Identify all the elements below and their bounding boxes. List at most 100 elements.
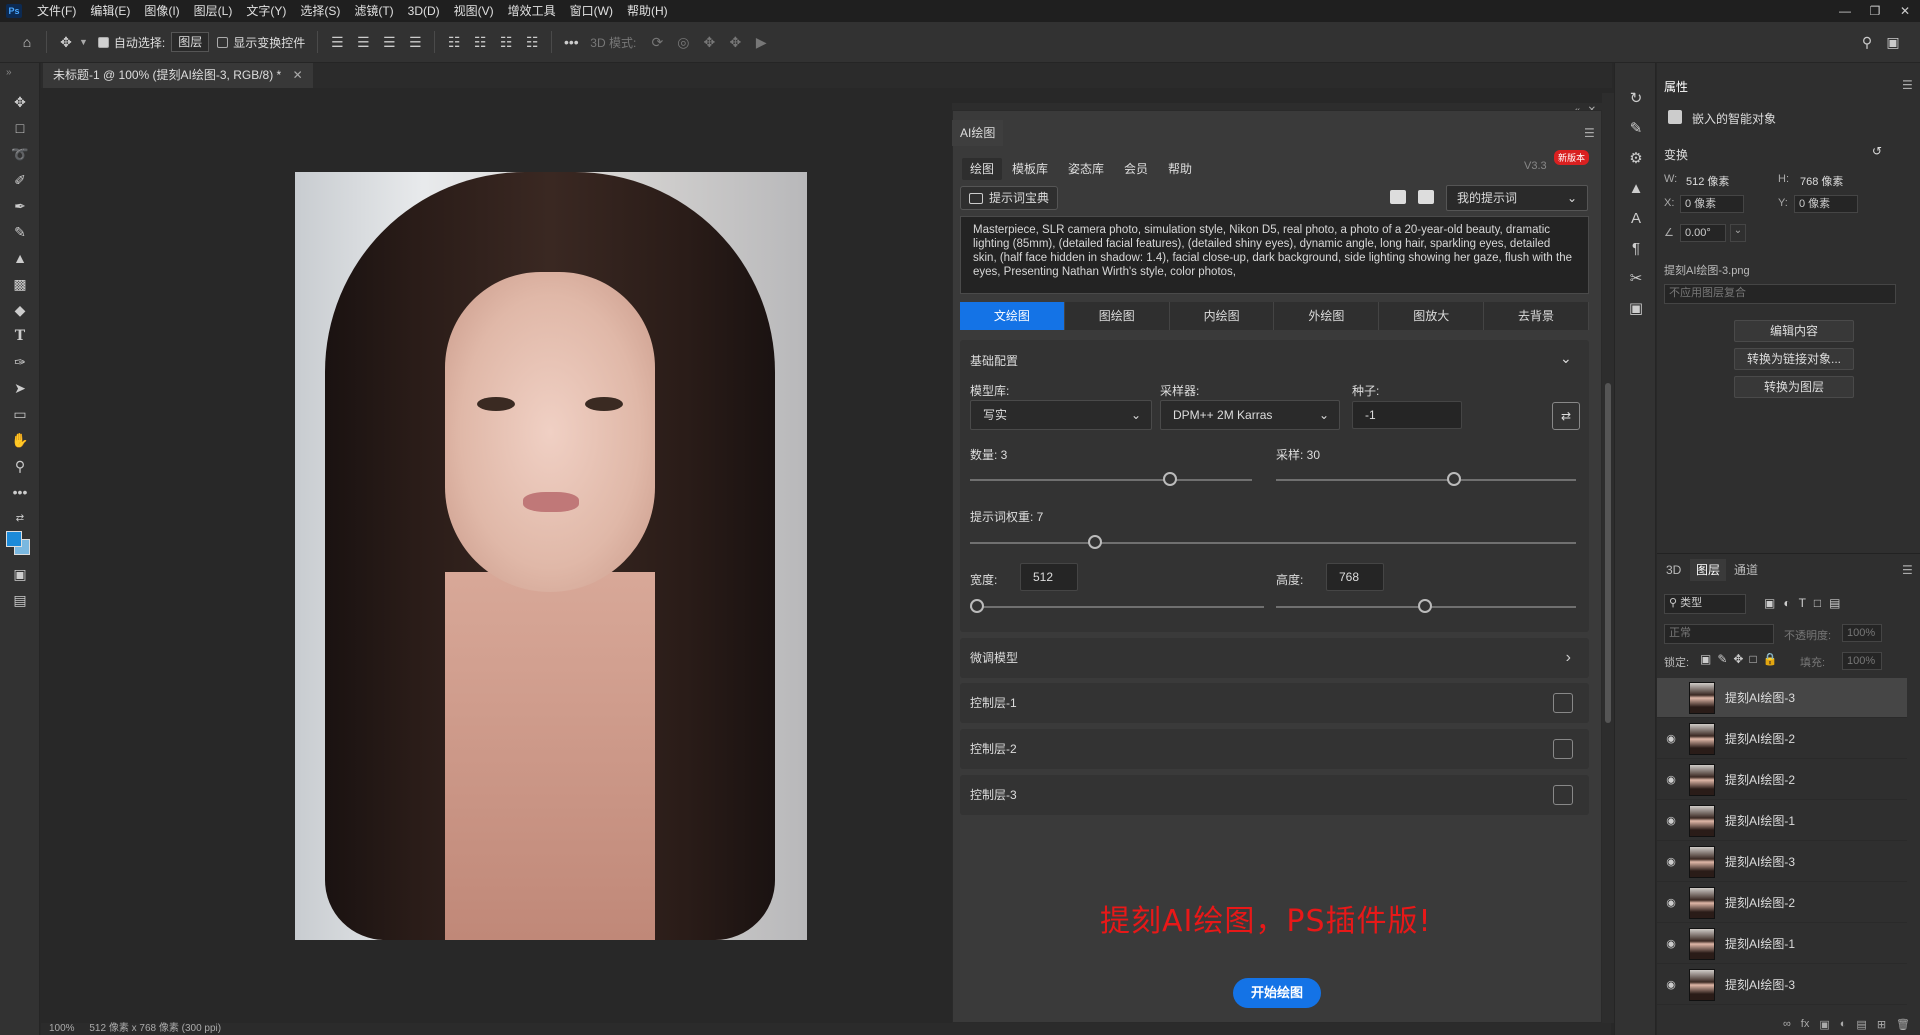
layer-row[interactable]: ◉ 提刻AI绘图-3 xyxy=(1657,965,1907,1005)
width-input[interactable]: 512 xyxy=(1020,563,1078,591)
type-tool-icon[interactable]: T xyxy=(0,323,40,349)
tab-outpaint[interactable]: 外绘图 xyxy=(1274,302,1380,330)
color-swatches[interactable] xyxy=(0,531,39,561)
screen-mode-icon[interactable]: ▤ xyxy=(0,587,40,613)
close-tab-icon[interactable]: ✕ xyxy=(293,68,303,82)
menu-window[interactable]: 窗口(W) xyxy=(563,0,620,22)
chevron-down-icon[interactable]: ⌄ xyxy=(1560,350,1572,367)
count-slider-track[interactable] xyxy=(970,479,1252,481)
gradient-icon[interactable]: ◆ xyxy=(0,297,40,323)
slide-3d-icon[interactable]: ✥ xyxy=(722,29,748,55)
menu-image[interactable]: 图像(I) xyxy=(137,0,186,22)
filter-icons[interactable]: ▣◐T□▤ xyxy=(1764,596,1849,610)
fill-input[interactable]: 100% xyxy=(1842,652,1882,670)
document-tab[interactable]: 未标题-1 @ 100% (提刻AI绘图-3, RGB/8) * ✕ xyxy=(43,63,313,88)
menu-filter[interactable]: 滤镜(T) xyxy=(347,0,400,22)
distribute-vertical-icon[interactable]: ☷ xyxy=(519,29,545,55)
chevron-down-icon[interactable]: ▼ xyxy=(79,37,88,47)
zoom-tool-icon[interactable]: ⚲ xyxy=(0,453,40,479)
align-bottom-icon[interactable]: ☷ xyxy=(493,29,519,55)
zoom-level[interactable]: 100% xyxy=(49,1023,75,1034)
scroll-thumb[interactable] xyxy=(1605,383,1611,723)
document-canvas[interactable] xyxy=(295,172,807,940)
align-middle-icon[interactable]: ☷ xyxy=(467,29,493,55)
adjustments-icon[interactable]: ⚙ xyxy=(1615,143,1657,173)
opacity-input[interactable]: 100% xyxy=(1842,624,1882,642)
history-icon[interactable]: ↻ xyxy=(1615,83,1657,113)
more-icon[interactable]: ••• xyxy=(558,29,584,55)
clone-source-icon[interactable]: ▲ xyxy=(1615,173,1657,203)
tab-upscale[interactable]: 图放大 xyxy=(1379,302,1485,330)
eye-icon[interactable]: ◉ xyxy=(1663,773,1679,786)
base-config-title[interactable]: 基础配置 xyxy=(970,352,1018,369)
convert-linked-button[interactable]: 转换为链接对象... xyxy=(1734,348,1854,370)
eye-icon[interactable]: ◉ xyxy=(1663,732,1679,745)
h-value[interactable]: 768 像素 xyxy=(1800,173,1843,189)
new-layer-icon[interactable]: ⊞ xyxy=(1877,1018,1886,1031)
camera-3d-icon[interactable]: ▶ xyxy=(748,29,774,55)
foreground-color[interactable] xyxy=(6,531,22,547)
align-left-icon[interactable]: ☰ xyxy=(324,29,350,55)
layer-row[interactable]: ◉ 提刻AI绘图-1 xyxy=(1657,801,1907,841)
restore-icon[interactable]: ❐ xyxy=(1860,0,1890,22)
control-layer-2[interactable]: 控制层-2 xyxy=(960,729,1589,769)
menu-layer[interactable]: 图层(L) xyxy=(187,0,240,22)
height-slider-knob[interactable] xyxy=(1418,599,1432,613)
link-layers-icon[interactable]: ∞ xyxy=(1783,1018,1791,1030)
tab-image-to-image[interactable]: 图绘图 xyxy=(1065,302,1170,330)
move-tool-icon[interactable]: ✥ xyxy=(53,29,79,55)
nav-templates[interactable]: 模板库 xyxy=(1004,158,1056,180)
rectangle-tool-icon[interactable]: ▭ xyxy=(0,401,40,427)
menu-file[interactable]: 文件(F) xyxy=(30,0,83,22)
eye-icon[interactable]: ◉ xyxy=(1663,896,1679,909)
save-icon[interactable] xyxy=(1390,190,1406,204)
print-icon[interactable] xyxy=(1418,190,1434,204)
distribute-icon[interactable]: ☰ xyxy=(402,29,428,55)
my-prompts-select[interactable]: 我的提示词 ⌄ xyxy=(1446,185,1588,211)
steps-slider-knob[interactable] xyxy=(1446,472,1461,486)
finetune-model-section[interactable]: 微调模型 › xyxy=(960,638,1589,678)
tab-remove-bg[interactable]: 去背景 xyxy=(1484,302,1589,330)
blend-mode-select[interactable]: 正常 xyxy=(1664,624,1774,644)
eraser-icon[interactable]: ▩ xyxy=(0,271,40,297)
minimize-icon[interactable]: — xyxy=(1830,0,1860,22)
y-input[interactable]: 0 像素 xyxy=(1794,195,1858,213)
chevron-down-icon[interactable]: ⌄ xyxy=(1730,224,1746,242)
tab-channels[interactable]: 通道 xyxy=(1728,559,1764,581)
paragraph-icon[interactable]: ¶ xyxy=(1615,233,1657,263)
stamp-icon[interactable]: ▲ xyxy=(0,245,40,271)
character-icon[interactable]: A xyxy=(1615,203,1657,233)
align-center-icon[interactable]: ☰ xyxy=(350,29,376,55)
angle-input[interactable]: 0.00° xyxy=(1680,224,1726,242)
tools-icon[interactable]: ✂ xyxy=(1615,263,1657,293)
move-tool-icon[interactable]: ✥ xyxy=(0,89,40,115)
layer-comp-select[interactable]: 不应用图层复合 xyxy=(1664,284,1896,304)
control-layer-3[interactable]: 控制层-3 xyxy=(960,775,1589,815)
eye-icon[interactable]: ◉ xyxy=(1663,814,1679,827)
control-layer-1[interactable]: 控制层-1 xyxy=(960,683,1589,723)
pan-3d-icon[interactable]: ✥ xyxy=(696,29,722,55)
nav-poses[interactable]: 姿态库 xyxy=(1060,158,1112,180)
search-icon[interactable]: ⚲ xyxy=(1854,29,1880,55)
w-value[interactable]: 512 像素 xyxy=(1686,173,1729,189)
control-layer-checkbox[interactable] xyxy=(1553,739,1573,759)
swap-colors-icon[interactable]: ⇄ xyxy=(0,505,40,531)
reset-transform-icon[interactable]: ↺ xyxy=(1872,144,1882,158)
eye-icon[interactable]: ◉ xyxy=(1663,937,1679,950)
close-icon[interactable]: ✕ xyxy=(1890,0,1920,22)
menu-type[interactable]: 文字(Y) xyxy=(239,0,293,22)
brush-settings-icon[interactable]: ✎ xyxy=(1615,113,1657,143)
ai-panel-tab[interactable]: AI绘图 xyxy=(952,120,1004,146)
brush-icon[interactable]: ✎ xyxy=(0,219,40,245)
prompt-dictionary-button[interactable]: 提示词宝典 xyxy=(960,186,1059,210)
layer-row[interactable]: ◉ 提刻AI绘图-2 xyxy=(1657,760,1907,800)
roll-3d-icon[interactable]: ◎ xyxy=(670,29,696,55)
quick-select-icon[interactable]: ✐ xyxy=(0,167,40,193)
lasso-tool-icon[interactable]: ➰ xyxy=(0,141,40,167)
height-input[interactable]: 768 xyxy=(1326,563,1384,591)
pen-tool-icon[interactable]: ✑ xyxy=(0,349,40,375)
workspace-icon[interactable]: ▣ xyxy=(1880,29,1906,55)
layer-row[interactable]: ◉ 提刻AI绘图-2 xyxy=(1657,719,1907,759)
fx-icon[interactable]: fx xyxy=(1801,1018,1810,1030)
adjustment-layer-icon[interactable]: ◐ xyxy=(1840,1018,1847,1030)
